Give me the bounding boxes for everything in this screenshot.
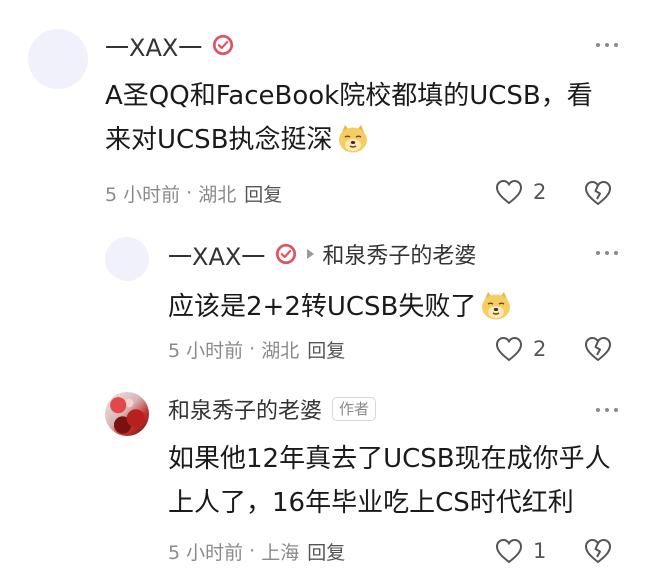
comment-meta: 5 小时前 · 上海 回复 <box>168 536 345 566</box>
avatar[interactable] <box>105 392 149 436</box>
author-badge: 作者 <box>332 397 377 421</box>
comment-text-line: A圣QQ和FaceBook院校都填的UCSB，看 <box>105 81 593 111</box>
heart-icon <box>495 336 523 362</box>
timestamp: 5 小时前 <box>168 541 244 564</box>
more-dots-icon[interactable] <box>596 42 618 48</box>
more-dots-icon[interactable] <box>596 407 618 413</box>
username[interactable]: 一XAX一 <box>105 28 202 63</box>
comment-text-line: 来对UCSB执念挺深 <box>105 118 593 162</box>
avatar[interactable] <box>28 29 88 89</box>
comment-text-line: 上人了，16年毕业吃上CS时代红利 <box>168 488 574 518</box>
like-button[interactable]: 2 <box>495 177 546 207</box>
broken-heart-icon[interactable] <box>584 179 612 207</box>
comment-text: 应该是2+2转UCSB失败了 <box>168 285 512 329</box>
location: 上海 <box>261 541 300 564</box>
comment-header: 一XAX一 <box>105 28 234 62</box>
doge-emoji <box>482 292 511 320</box>
doge-emoji <box>338 125 367 153</box>
timestamp: 5 小时前 <box>168 339 244 362</box>
like-count: 1 <box>533 539 547 563</box>
like-count: 2 <box>533 337 547 361</box>
location: 湖北 <box>198 183 237 206</box>
verified-badge-icon <box>213 34 234 56</box>
reply-target-username[interactable]: 和泉秀子的老婆 <box>322 238 476 270</box>
like-button[interactable]: 1 <box>495 536 546 566</box>
comment-3: 和泉秀子的老婆 作者 如果他12年真去了UCSB现在成你乎人 上人了，16年毕业… <box>0 385 650 572</box>
heart-icon <box>495 538 523 564</box>
comment-meta: 5 小时前 · 湖北 回复 <box>168 334 345 364</box>
reply-button[interactable]: 回复 <box>307 336 345 363</box>
comment-2: 一XAX一 和泉秀子的老婆 应该是2+2转UCSB失败了 5 小时前 · 湖北 <box>0 215 650 385</box>
verified-badge-icon <box>276 243 297 265</box>
timestamp: 5 小时前 <box>105 183 181 206</box>
username[interactable]: 一XAX一 <box>168 237 265 272</box>
comment-1: 一XAX一 A圣QQ和FaceBook院校都填的UCSB，看 来对UCSB执念挺… <box>0 0 650 215</box>
comment-text-line: 如果他12年真去了UCSB现在成你乎人 <box>168 444 611 474</box>
like-count: 2 <box>533 180 547 204</box>
broken-heart-icon[interactable] <box>584 537 612 565</box>
comment-text: A圣QQ和FaceBook院校都填的UCSB，看 来对UCSB执念挺深 <box>105 74 593 162</box>
broken-heart-icon[interactable] <box>584 335 612 363</box>
comment-header: 一XAX一 和泉秀子的老婆 <box>168 237 476 271</box>
more-dots-icon[interactable] <box>596 250 618 256</box>
location: 湖北 <box>261 339 300 362</box>
separator: · <box>249 540 256 562</box>
avatar[interactable] <box>105 237 149 281</box>
comment-text-line: 应该是2+2转UCSB失败了 <box>168 285 512 329</box>
separator: · <box>249 338 256 360</box>
separator: · <box>186 182 193 204</box>
username[interactable]: 和泉秀子的老婆 <box>168 393 322 425</box>
reply-button[interactable]: 回复 <box>307 538 345 565</box>
comment-meta: 5 小时前 · 湖北 回复 <box>105 178 282 208</box>
comment-header: 和泉秀子的老婆 作者 <box>168 392 377 426</box>
heart-icon <box>495 179 523 205</box>
reply-button[interactable]: 回复 <box>244 180 282 207</box>
comment-text: 如果他12年真去了UCSB现在成你乎人 上人了，16年毕业吃上CS时代红利 <box>168 437 611 525</box>
like-button[interactable]: 2 <box>495 334 546 364</box>
reply-arrow-icon <box>307 249 315 259</box>
